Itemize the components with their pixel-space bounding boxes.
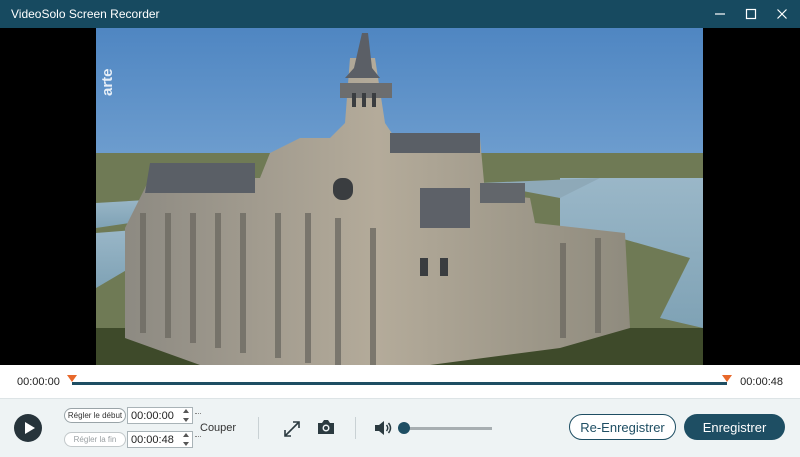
- end-time-field[interactable]: 00:00:48: [127, 431, 193, 448]
- volume-slider[interactable]: [404, 427, 492, 430]
- maximize-icon: [745, 8, 757, 20]
- chevron-up-icon[interactable]: [183, 409, 189, 413]
- timeline: 00:00:00 00:00:48: [0, 365, 800, 398]
- play-button[interactable]: [14, 414, 42, 442]
- title-bar: VideoSolo Screen Recorder: [0, 0, 800, 28]
- set-start-button[interactable]: Régler le début: [64, 408, 126, 423]
- chevron-down-icon[interactable]: [183, 442, 189, 446]
- maximize-button[interactable]: [737, 0, 765, 28]
- close-button[interactable]: [768, 0, 796, 28]
- minimize-button[interactable]: [706, 0, 734, 28]
- timeline-track[interactable]: [72, 382, 727, 385]
- app-window: VideoSolo Screen Recorder arte 00:00:00 …: [0, 0, 800, 457]
- start-time-field[interactable]: 00:00:00: [127, 407, 193, 424]
- save-button[interactable]: Enregistrer: [684, 414, 785, 440]
- end-marker[interactable]: [722, 375, 732, 382]
- end-time-value: 00:00:48: [131, 433, 174, 446]
- control-bar: Régler le début 00:00:00 Régler la fin 0…: [0, 398, 800, 457]
- set-end-button[interactable]: Régler la fin: [64, 432, 126, 447]
- video-frame: arte: [96, 28, 703, 365]
- fullscreen-button[interactable]: [282, 419, 302, 439]
- end-time-spinner[interactable]: [182, 433, 190, 446]
- cut-button[interactable]: Couper: [200, 422, 236, 434]
- speaker-icon: [375, 421, 392, 435]
- current-time: 00:00:00: [17, 376, 60, 388]
- expand-icon: [284, 421, 300, 437]
- camera-icon: [318, 420, 334, 434]
- chevron-up-icon[interactable]: [183, 433, 189, 437]
- divider: [258, 417, 259, 439]
- end-time: 00:00:48: [740, 376, 783, 388]
- re-record-button[interactable]: Re-Enregistrer: [569, 414, 676, 440]
- divider: [355, 417, 356, 439]
- start-time-spinner[interactable]: [182, 409, 190, 422]
- video-preview[interactable]: arte: [0, 28, 800, 365]
- close-icon: [777, 9, 787, 19]
- start-time-value: 00:00:00: [131, 409, 174, 422]
- start-marker[interactable]: [67, 375, 77, 382]
- video-watermark: arte: [99, 68, 116, 96]
- play-icon: [24, 422, 35, 434]
- window-title: VideoSolo Screen Recorder: [11, 7, 160, 21]
- volume-slider-handle[interactable]: [398, 422, 410, 434]
- chevron-down-icon[interactable]: [183, 418, 189, 422]
- snapshot-button[interactable]: [316, 417, 336, 437]
- volume-button[interactable]: [373, 418, 393, 438]
- minimize-icon: [715, 13, 725, 15]
